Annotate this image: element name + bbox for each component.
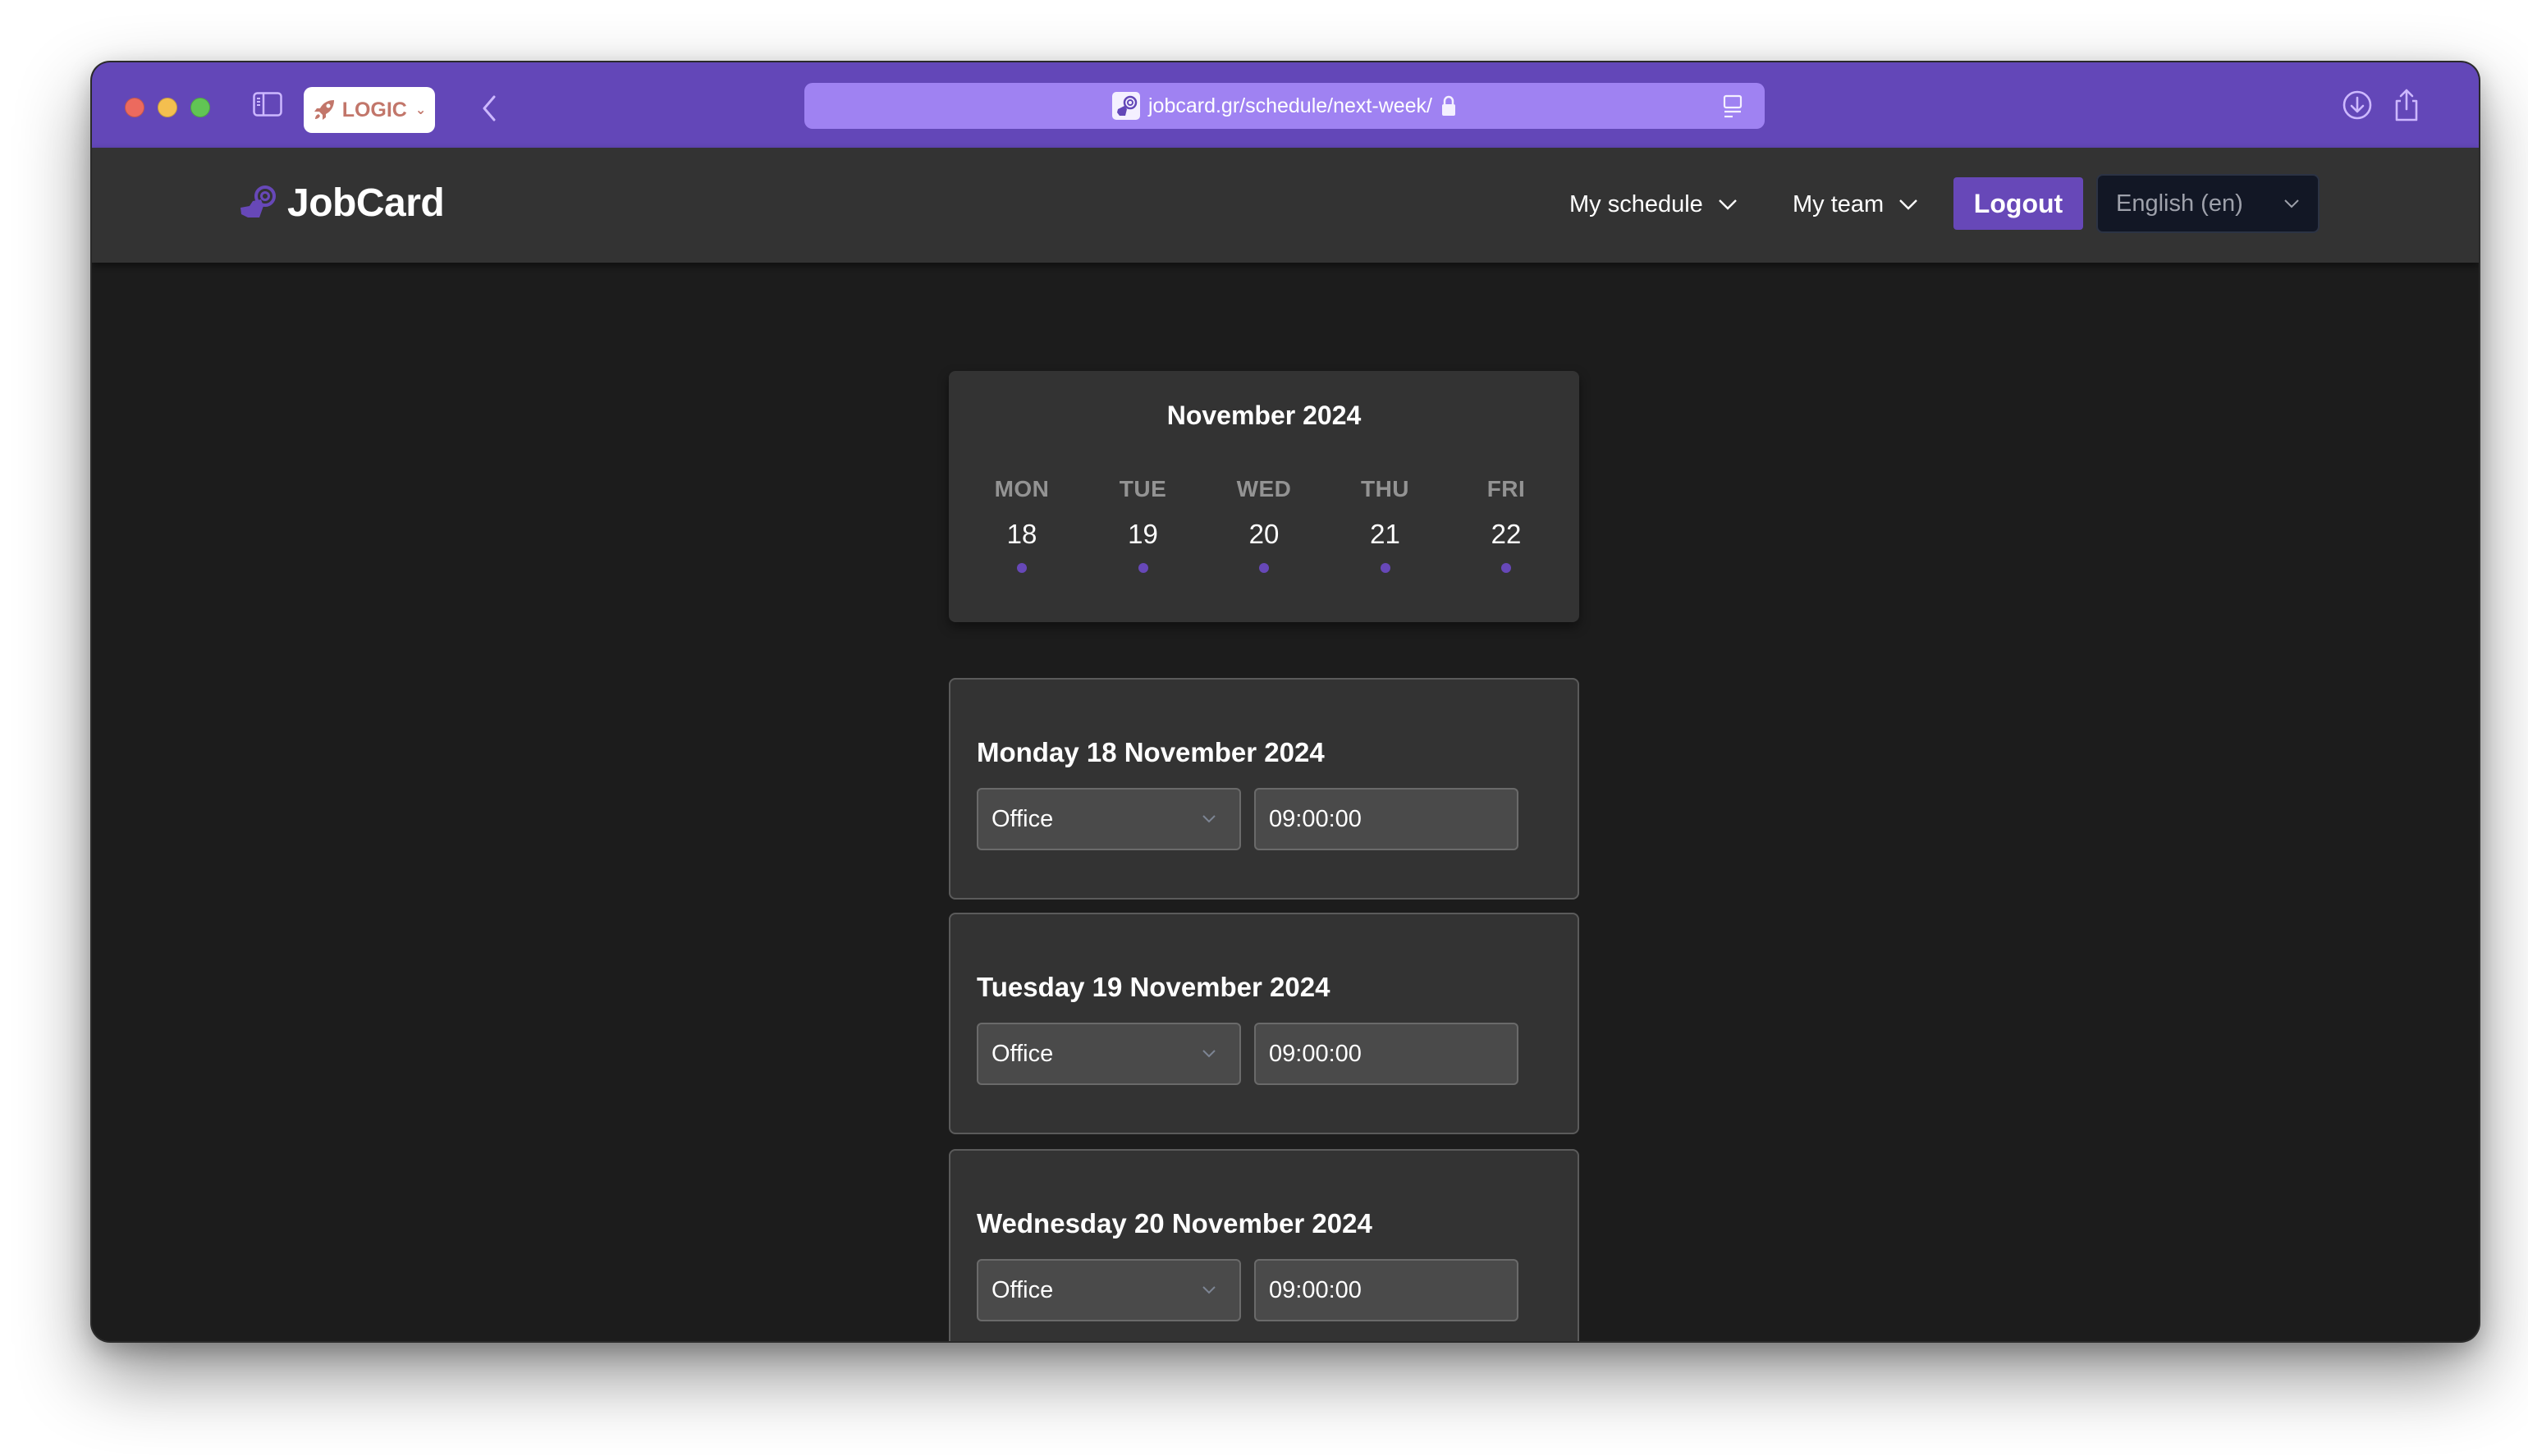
- site-favicon: [1111, 92, 1140, 120]
- day-date-heading: Tuesday 19 November 2024: [977, 972, 1330, 1002]
- calendar-day-number: 19: [1128, 519, 1158, 549]
- location-selected-value: Office: [992, 1040, 1054, 1067]
- sidebar-toggle-icon[interactable]: [253, 92, 282, 117]
- chevron-down-icon: ⌄: [414, 103, 427, 117]
- calendar-month-label: November 2024: [1166, 401, 1362, 430]
- tab-group-button[interactable]: LOGIC ⌄: [304, 87, 435, 133]
- zoom-window-button[interactable]: [190, 98, 210, 117]
- entry-indicator-dot: [1259, 563, 1269, 573]
- language-select[interactable]: English (en): [2096, 174, 2320, 233]
- location-select[interactable]: Office: [977, 1259, 1241, 1321]
- calendar-day[interactable]: THU 21: [1344, 476, 1427, 573]
- calendar-day[interactable]: FRI 22: [1465, 476, 1547, 573]
- chevron-down-icon: [2284, 199, 2299, 208]
- day-date-heading: Monday 18 November 2024: [977, 737, 1325, 767]
- day-schedule-card: Monday 18 November 2024 Office: [949, 678, 1579, 900]
- entry-indicator-dot: [1017, 563, 1027, 573]
- url-text: jobcard.gr/schedule/next-week/: [1147, 94, 1433, 117]
- downloads-icon[interactable]: [2341, 87, 2374, 123]
- calendar-day[interactable]: WED 20: [1223, 476, 1305, 573]
- address-bar[interactable]: jobcard.gr/schedule/next-week/: [804, 83, 1765, 129]
- nav-my-schedule-label: My schedule: [1569, 190, 1703, 217]
- nav-my-team-dropdown[interactable]: My team: [1793, 184, 1918, 225]
- calendar-day-of-week: FRI: [1486, 476, 1526, 501]
- day-date-heading: Wednesday 20 November 2024: [977, 1208, 1372, 1239]
- chevron-down-icon: [1718, 199, 1737, 210]
- share-icon[interactable]: [2390, 87, 2423, 123]
- brand-link[interactable]: JobCard: [238, 181, 445, 226]
- entry-indicator-dot: [1501, 563, 1511, 573]
- calendar-day-of-week: TUE: [1119, 476, 1167, 501]
- calendar-day-number: 18: [1006, 519, 1037, 549]
- location-select[interactable]: Office: [977, 1023, 1241, 1085]
- location-select[interactable]: Office: [977, 788, 1241, 850]
- calendar-day-of-week: MON: [994, 476, 1050, 501]
- minimize-window-button[interactable]: [158, 98, 177, 117]
- calendar-day[interactable]: MON 18: [981, 476, 1063, 573]
- calendar-days: MON 18 TUE 19 WED 20 THU 21 FRI 22: [949, 476, 1579, 573]
- week-calendar: November 2024 MON 18 TUE 19 WED 20 THU 2…: [949, 371, 1579, 622]
- nav-my-schedule-dropdown[interactable]: My schedule: [1569, 184, 1738, 225]
- rocket-icon: [314, 100, 334, 120]
- start-time-input[interactable]: [1254, 788, 1518, 850]
- day-schedule-card: Wednesday 20 November 2024 Office: [949, 1149, 1579, 1341]
- back-arrow-icon[interactable]: [478, 92, 502, 125]
- calendar-day-of-week: THU: [1360, 476, 1410, 501]
- start-time-input[interactable]: [1254, 1023, 1518, 1085]
- lock-icon: [1442, 95, 1456, 116]
- logout-button[interactable]: Logout: [1953, 177, 2083, 230]
- close-window-button[interactable]: [125, 98, 144, 117]
- reader-mode-icon[interactable]: [1722, 94, 1743, 119]
- chevron-down-icon: [1202, 1050, 1216, 1058]
- location-selected-value: Office: [992, 805, 1054, 832]
- browser-window: LOGIC ⌄ jobcard.gr/schedule/next-week/ J…: [92, 62, 2479, 1341]
- start-time-input[interactable]: [1254, 1259, 1518, 1321]
- chevron-down-icon: [1899, 199, 1918, 210]
- chevron-down-icon: [1202, 1286, 1216, 1294]
- tab-group-label: LOGIC: [341, 98, 407, 121]
- calendar-day-number: 20: [1248, 519, 1280, 549]
- app-navbar: JobCard My schedule My team Logout Engli…: [92, 148, 2479, 263]
- calendar-day-number: 21: [1370, 519, 1400, 549]
- location-selected-value: Office: [992, 1276, 1054, 1303]
- entry-indicator-dot: [1380, 563, 1390, 573]
- calendar-day[interactable]: TUE 19: [1102, 476, 1184, 573]
- calendar-day-of-week: WED: [1236, 476, 1292, 501]
- calendar-day-number: 22: [1491, 519, 1522, 549]
- day-schedule-card: Tuesday 19 November 2024 Office: [949, 913, 1579, 1134]
- browser-titlebar: LOGIC ⌄ jobcard.gr/schedule/next-week/: [92, 62, 2479, 148]
- jobcard-logo-icon: [240, 185, 276, 217]
- nav-my-team-label: My team: [1793, 190, 1885, 217]
- chevron-down-icon: [1202, 815, 1216, 823]
- language-selected-value: English (en): [2116, 190, 2243, 217]
- brand-name: JobCard: [287, 181, 445, 225]
- entry-indicator-dot: [1138, 563, 1148, 573]
